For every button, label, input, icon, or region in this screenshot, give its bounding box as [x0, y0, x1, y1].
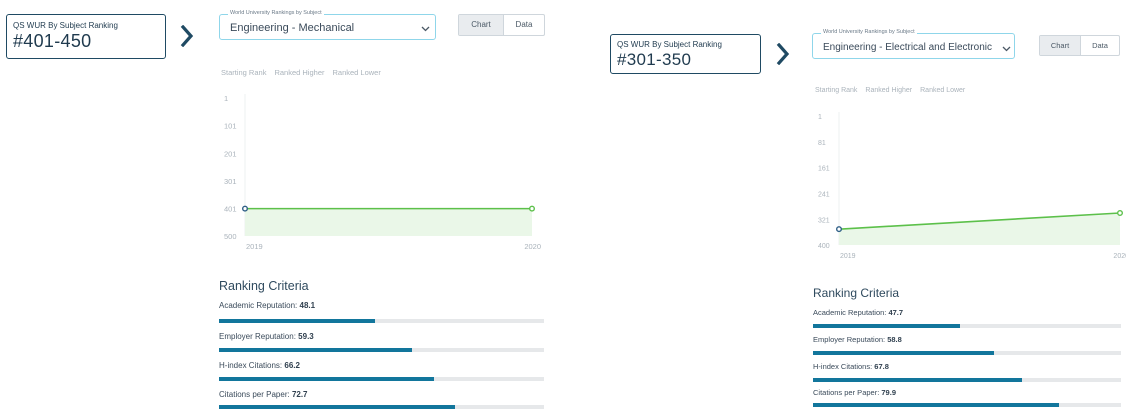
chevron-right-icon: [180, 25, 194, 47]
y-tick-label: 401: [224, 205, 237, 214]
criterion-value: 72.7: [291, 390, 308, 399]
rank-value: #401-450: [13, 31, 92, 51]
subject-ranking-panel-mechanical: QS WUR By Subject Ranking #401-450 World…: [0, 0, 560, 409]
x-tick-label: 2020: [524, 242, 541, 251]
y-tick-label: 1: [224, 94, 228, 103]
rank-history-chart: 1 101 201 301 401 500 2019 2020: [224, 94, 541, 251]
criterion-bar-track: [219, 377, 544, 381]
criterion-label: Citations per Paper: 79.9: [813, 388, 896, 397]
x-tick-label: 2020: [1113, 253, 1126, 260]
y-tick-label: 1: [818, 114, 822, 121]
view-toggle: Chart Data: [1039, 35, 1120, 56]
starting-rank-point[interactable]: [836, 226, 843, 233]
y-tick-label: 201: [224, 149, 237, 158]
legend-starting-rank[interactable]: Starting Rank: [221, 68, 266, 77]
rank-box: QS WUR By Subject Ranking #401-450: [6, 14, 166, 59]
view-toggle: Chart Data: [458, 14, 545, 36]
chart-toggle-button[interactable]: Chart: [459, 15, 503, 35]
criterion-bar-track: [813, 351, 1121, 355]
criterion-bar-track: [219, 405, 544, 409]
criterion-row: Academic Reputation: 47.7: [813, 308, 1121, 330]
y-tick-label: 301: [224, 177, 237, 186]
legend-ranked-lower[interactable]: Ranked Lower: [920, 87, 965, 94]
data-toggle-button[interactable]: Data: [503, 15, 544, 35]
criterion-value: 47.7: [888, 308, 904, 317]
criterion-label: Employer Reputation: 58.8: [813, 335, 902, 344]
subject-select-label: World University Rankings by Subject: [821, 29, 917, 35]
criteria-heading: Ranking Criteria: [813, 286, 900, 300]
criterion-value: 66.2: [284, 361, 300, 370]
criterion-value: 48.1: [299, 301, 316, 310]
criterion-label: Academic Reputation: 47.7: [813, 308, 904, 317]
criterion-bar-fill: [219, 319, 376, 323]
criterion-bar-track: [813, 324, 1121, 328]
subject-select-label: World University Rankings by Subject: [228, 10, 324, 16]
subject-select[interactable]: World University Rankings by Subject Eng…: [219, 10, 436, 40]
chart-legend: Starting Rank Ranked Higher Ranked Lower: [815, 87, 965, 94]
ranked-higher-point[interactable]: [1117, 209, 1124, 216]
criterion-row: Employer Reputation: 58.8: [813, 335, 1121, 357]
criterion-row: H-index Citations: 66.2: [219, 361, 544, 385]
y-tick-label: 500: [224, 232, 237, 241]
y-tick-label: 101: [224, 122, 237, 131]
criterion-bar-fill: [219, 377, 435, 381]
y-tick-label: 81: [818, 140, 826, 147]
criterion-bar-fill: [813, 403, 1060, 407]
legend-ranked-higher[interactable]: Ranked Higher: [274, 68, 324, 77]
rank-history-chart: 1 81 161 241 321 400 2019 2020: [818, 112, 1126, 260]
criterion-bar-track: [813, 403, 1121, 407]
criterion-bar-track: [219, 348, 544, 352]
subject-select-value: Engineering - Mechanical: [230, 22, 355, 34]
criterion-bar-fill: [219, 405, 456, 409]
criterion-value: 79.9: [881, 388, 896, 397]
legend-ranked-higher[interactable]: Ranked Higher: [865, 87, 912, 94]
criterion-bar-track: [219, 319, 544, 323]
criterion-label: Employer Reputation: 59.3: [219, 332, 314, 341]
legend-starting-rank[interactable]: Starting Rank: [815, 87, 857, 94]
criterion-label: Citations per Paper: 72.7: [219, 390, 308, 399]
chart-toggle-button[interactable]: Chart: [1040, 36, 1080, 55]
criteria-heading: Ranking Criteria: [219, 279, 309, 293]
criterion-row: Academic Reputation: 48.1: [219, 301, 544, 325]
series-area: [839, 212, 1120, 245]
rank-box-title: QS WUR By Subject Ranking: [617, 40, 722, 49]
criterion-bar-fill: [813, 324, 960, 328]
rank-box: QS WUR By Subject Ranking #301-350: [610, 34, 761, 74]
criterion-bar-track: [813, 378, 1121, 382]
chevron-down-icon: [421, 26, 430, 32]
x-tick-label: 2019: [246, 242, 263, 251]
chevron-down-icon: [1002, 46, 1011, 52]
subject-ranking-panel-electrical: QS WUR By Subject Ranking #301-350 World…: [600, 0, 1126, 407]
y-tick-label: 161: [818, 166, 830, 173]
criterion-label: Academic Reputation: 48.1: [219, 301, 316, 310]
subject-select-value: Engineering - Electrical and Electronic: [823, 42, 992, 53]
data-toggle-button[interactable]: Data: [1080, 36, 1119, 55]
criterion-bar-fill: [813, 351, 995, 355]
starting-rank-point[interactable]: [242, 205, 249, 212]
criterion-value: 59.3: [298, 332, 314, 341]
rank-box-title: QS WUR By Subject Ranking: [13, 21, 118, 30]
criterion-row: Citations per Paper: 79.9: [813, 388, 1121, 407]
rank-value: #301-350: [617, 50, 692, 69]
legend-ranked-lower[interactable]: Ranked Lower: [332, 68, 380, 77]
criterion-bar-fill: [813, 378, 1022, 382]
criterion-row: Citations per Paper: 72.7: [219, 390, 544, 409]
criterion-label: H-index Citations: 67.8: [813, 362, 889, 371]
series-area: [245, 208, 532, 236]
criterion-value: 58.8: [887, 335, 902, 344]
criterion-bar-fill: [219, 348, 412, 352]
chart-legend: Starting Rank Ranked Higher Ranked Lower: [221, 68, 381, 77]
ranked-higher-point[interactable]: [529, 205, 536, 212]
criterion-row: Employer Reputation: 59.3: [219, 332, 544, 356]
criterion-value: 67.8: [874, 362, 889, 371]
y-tick-label: 400: [818, 243, 830, 250]
x-tick-label: 2019: [840, 253, 856, 260]
y-tick-label: 321: [818, 217, 830, 224]
criterion-label: H-index Citations: 66.2: [219, 361, 300, 370]
subject-select[interactable]: World University Rankings by Subject Eng…: [812, 29, 1015, 59]
criterion-row: H-index Citations: 67.8: [813, 362, 1121, 384]
chevron-right-icon: [776, 43, 790, 65]
y-tick-label: 241: [818, 192, 830, 199]
